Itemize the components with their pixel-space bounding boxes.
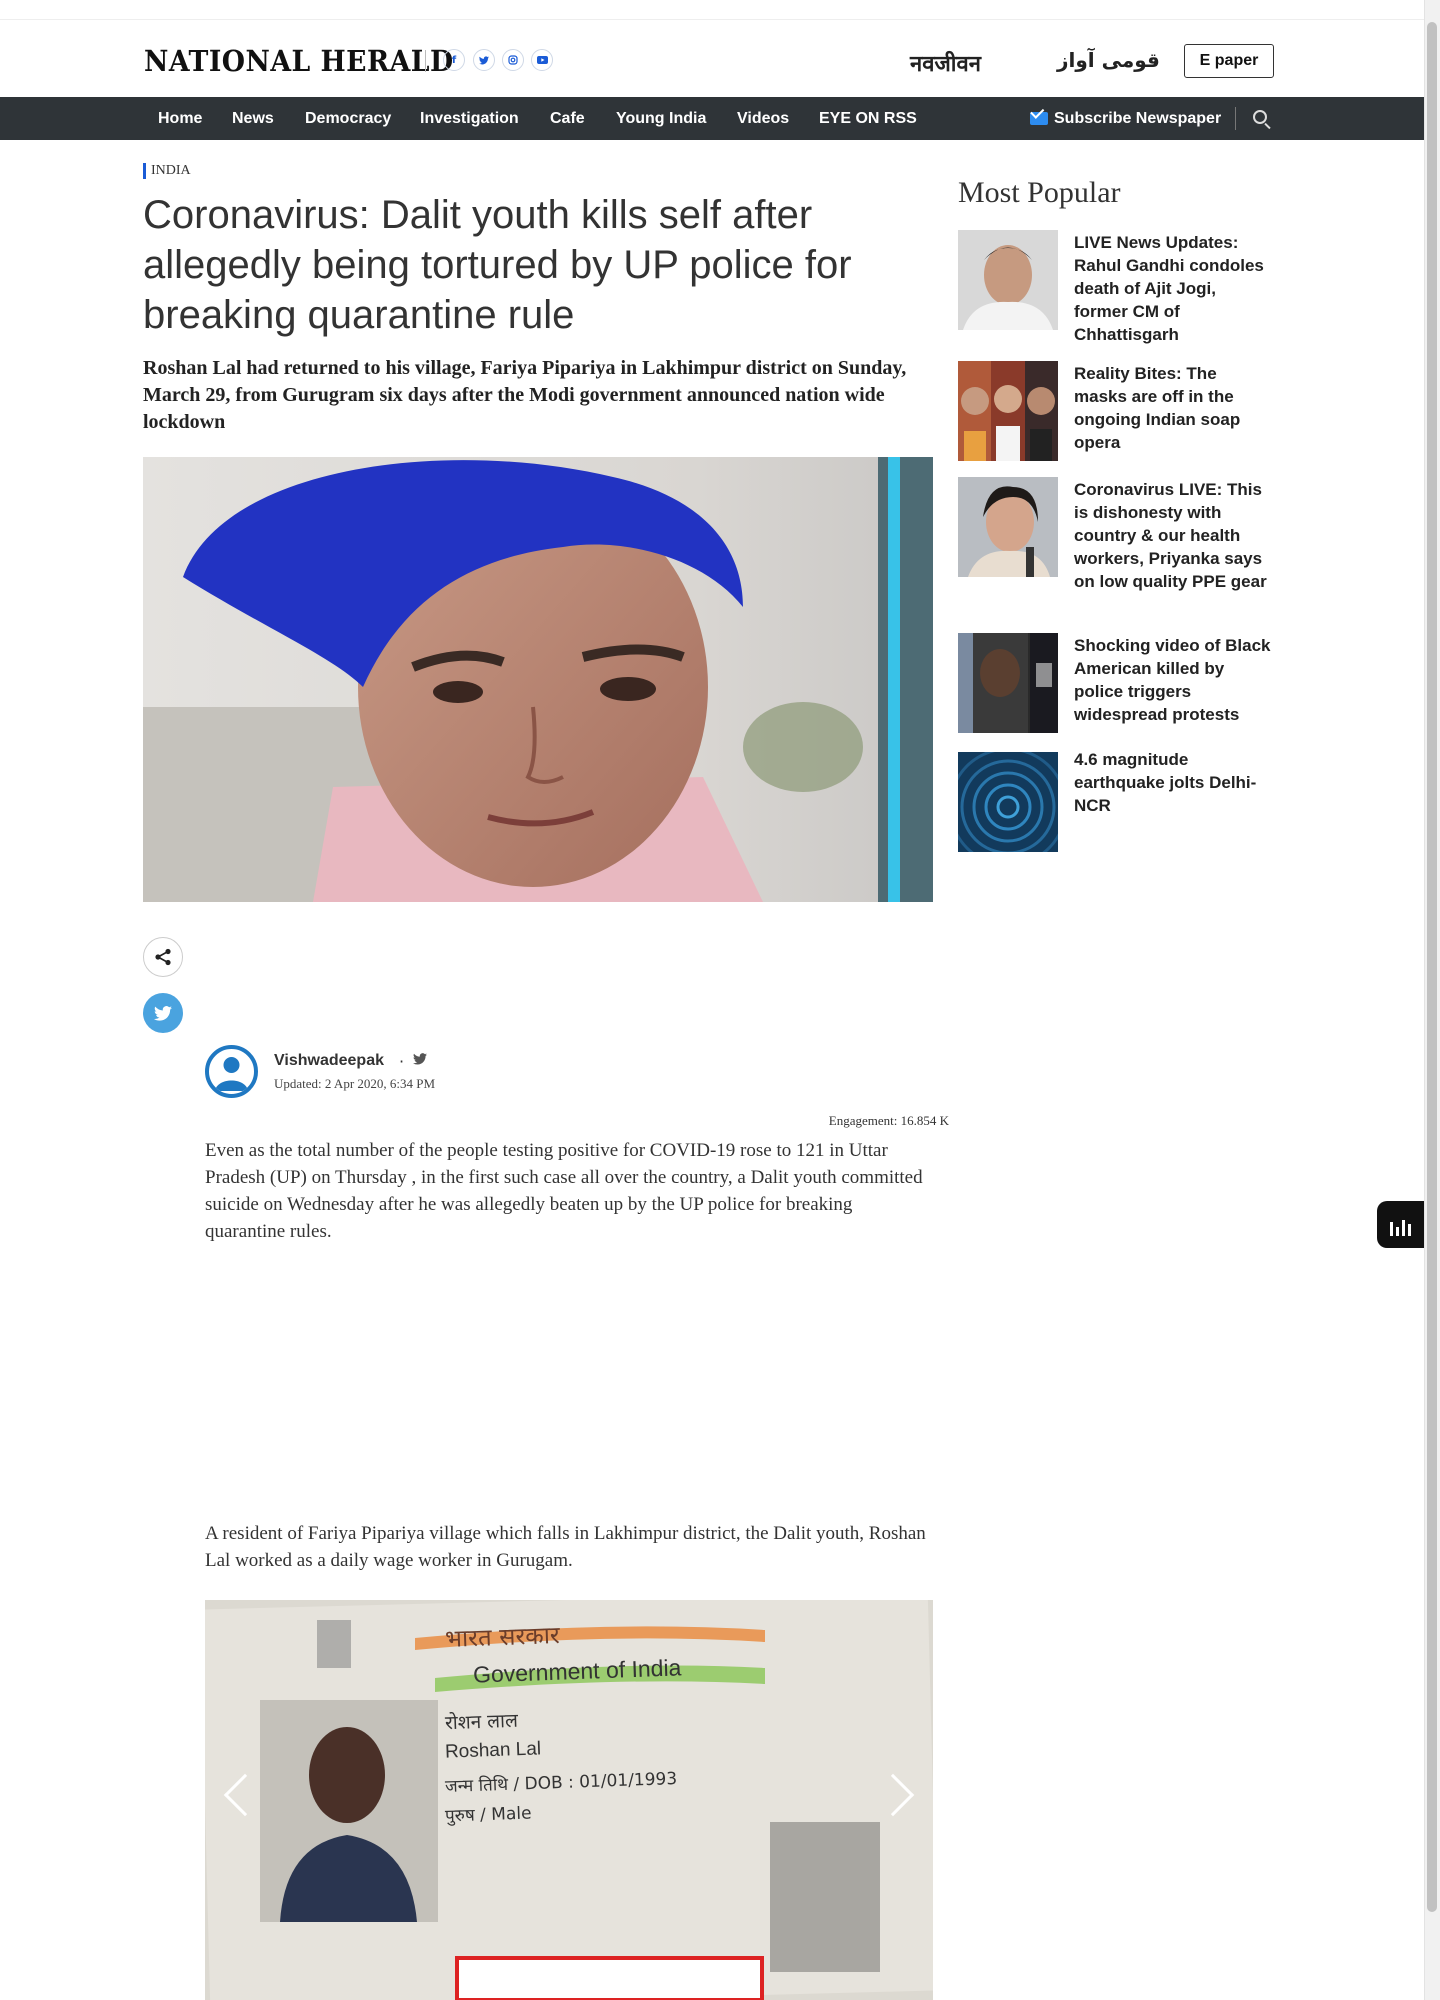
popular-item-title[interactable]: 4.6 magnitude earthquake jolts Delhi-NCR — [1074, 748, 1274, 817]
author-avatar[interactable] — [205, 1045, 258, 1098]
twitter-icon[interactable] — [473, 49, 495, 71]
image-gallery[interactable]: भारत सरकार Government of India रोशन लाल … — [205, 1600, 933, 2000]
main-nav: Home News Democracy Investigation Cafe Y… — [0, 97, 1424, 140]
nav-item-videos[interactable]: Videos — [737, 97, 789, 140]
facebook-icon[interactable]: f — [443, 49, 465, 71]
audio-widget-button[interactable] — [1377, 1201, 1424, 1248]
id-card-line1: भारत सरकार — [444, 1621, 561, 1653]
popular-item-title[interactable]: Shocking video of Black American killed … — [1074, 634, 1274, 726]
top-strip — [0, 0, 1440, 20]
subscribe-newspaper-link[interactable]: Subscribe Newspaper — [1030, 97, 1221, 140]
envelope-icon — [1030, 112, 1048, 125]
popular-item-title[interactable]: Reality Bites: The masks are off in the … — [1074, 362, 1274, 454]
twitter-share-button[interactable] — [143, 993, 183, 1033]
most-popular-title: Most Popular — [958, 176, 1121, 209]
share-icon — [155, 948, 171, 966]
share-button[interactable] — [143, 937, 183, 977]
article-paragraph: A resident of Fariya Pipariya village wh… — [205, 1523, 926, 1571]
author-name[interactable]: Vishwadeepak — [274, 1052, 384, 1070]
navjivan-logo[interactable]: नवजीवन — [910, 48, 981, 78]
site-header: NATIONAL HERALD f नवजीवन قومی آواز E pap… — [0, 20, 1424, 97]
nav-item-young-india[interactable]: Young India — [616, 97, 706, 140]
scrollbar-thumb[interactable] — [1427, 22, 1437, 1912]
site-logo[interactable]: NATIONAL HERALD — [144, 44, 454, 78]
nav-item-democracy[interactable]: Democracy — [305, 97, 391, 140]
article-subhead: Roshan Lal had returned to his village, … — [143, 357, 907, 433]
nav-item-eye-on-rss[interactable]: EYE ON RSS — [819, 97, 917, 140]
popular-thumbnail[interactable] — [958, 230, 1058, 330]
article-headline: Coronavirus: Dalit youth kills self afte… — [143, 193, 852, 337]
section-kicker[interactable]: INDIA — [143, 163, 191, 179]
popular-thumbnail[interactable] — [958, 633, 1058, 733]
nav-divider — [1235, 107, 1236, 130]
epaper-button[interactable]: E paper — [1184, 44, 1274, 78]
popular-thumbnail[interactable] — [958, 752, 1058, 852]
nav-item-home[interactable]: Home — [158, 97, 202, 140]
updated-timestamp: Updated: 2 Apr 2020, 6:34 PM — [274, 1076, 436, 1091]
popular-item-title[interactable]: LIVE News Updates: Rahul Gandhi condoles… — [1074, 231, 1274, 346]
instagram-icon[interactable] — [502, 49, 524, 71]
nav-item-investigation[interactable]: Investigation — [420, 97, 519, 140]
id-card-name-hindi: रोशन लाल — [444, 1709, 519, 1735]
nav-item-news[interactable]: News — [232, 97, 274, 140]
engagement-count: Engagement: 16.854 K — [828, 1113, 949, 1128]
popular-thumbnail[interactable] — [958, 361, 1058, 461]
id-card-name: Roshan Lal — [444, 1738, 542, 1763]
hero-image — [143, 457, 933, 902]
author-twitter-icon[interactable] — [413, 1053, 427, 1069]
youtube-icon[interactable] — [531, 49, 553, 71]
author-separator-dot: · — [399, 1052, 405, 1071]
nav-item-cafe[interactable]: Cafe — [550, 97, 585, 140]
twitter-icon — [154, 1005, 172, 1021]
search-icon[interactable] — [1253, 110, 1267, 124]
popular-thumbnail[interactable] — [958, 477, 1058, 577]
popular-item-title[interactable]: Coronavirus LIVE: This is dishonesty wit… — [1074, 478, 1274, 593]
subscribe-label: Subscribe Newspaper — [1054, 110, 1222, 127]
qaumi-awaz-logo[interactable]: قومی آواز — [1057, 48, 1160, 72]
id-card-gender: पुरुष / Male — [444, 1803, 532, 1827]
logo-divider — [425, 50, 426, 72]
article-paragraph: Even as the total number of the people t… — [205, 1140, 923, 1242]
